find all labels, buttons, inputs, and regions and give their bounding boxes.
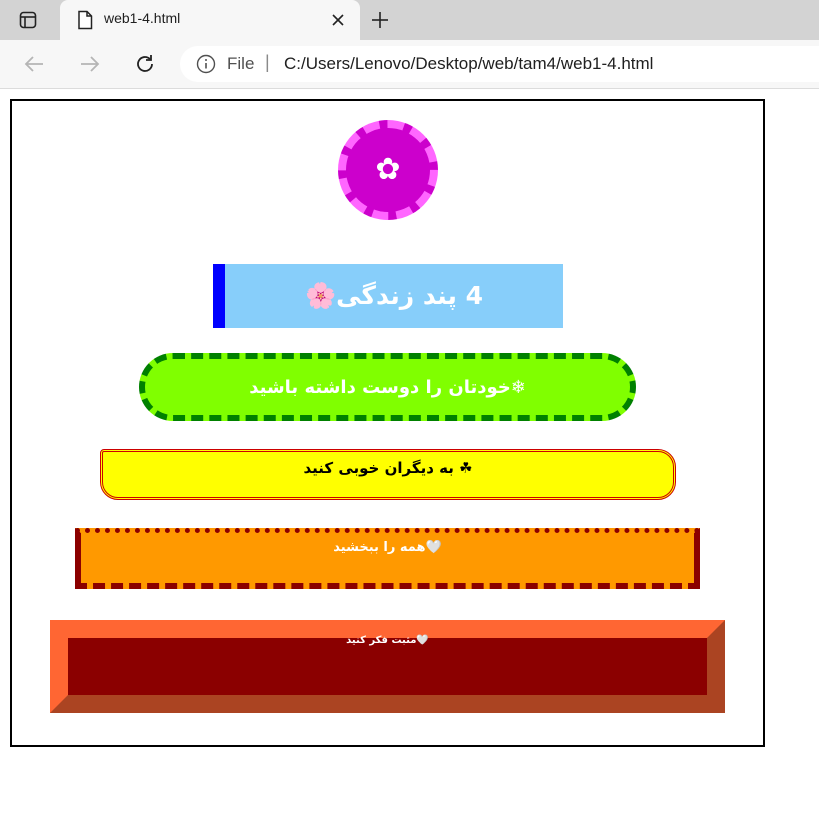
flower-badge: ✿: [338, 120, 438, 220]
flower-icon: ✿: [375, 152, 401, 187]
address-url[interactable]: C:/Users/Lenovo/Desktop/web/tam4/web1-4.…: [284, 54, 653, 74]
tab-actions-icon[interactable]: [18, 10, 38, 30]
active-tab[interactable]: web1-4.html: [60, 0, 360, 40]
tab-title: web1-4.html: [104, 10, 181, 26]
file-icon: [76, 10, 96, 30]
new-tab-icon[interactable]: [370, 10, 390, 30]
close-tab-icon[interactable]: [328, 10, 348, 30]
tip-love-yourself: ❄خودتان را دوست داشته باشید: [139, 353, 636, 421]
back-arrow-icon[interactable]: [22, 52, 46, 76]
tip-be-kind: ☘ به دیگران خوبی کنید: [100, 449, 676, 500]
reload-icon[interactable]: [133, 52, 157, 76]
browser-toolbar: File | C:/Users/Lenovo/Desktop/web/tam4/…: [0, 40, 819, 89]
tip-text: 🤍مثبت فکر کنید: [346, 635, 429, 646]
tip-forgive: 🤍همه را ببخشید: [75, 528, 700, 589]
tip-text: 🤍همه را ببخشید: [333, 540, 442, 555]
page-title: 4 پند زندگی🌸: [304, 281, 484, 310]
tab-strip: web1-4.html: [0, 0, 819, 40]
tip-text: ❄خودتان را دوست داشته باشید: [249, 376, 526, 398]
address-scheme-label: File: [227, 54, 255, 73]
tip-text: ☘ به دیگران خوبی کنید: [303, 459, 473, 477]
info-icon[interactable]: [196, 54, 216, 74]
tip-think-positive: 🤍مثبت فکر کنید: [50, 620, 725, 713]
title-banner: 4 پند زندگی🌸: [213, 264, 563, 328]
address-bar[interactable]: File | C:/Users/Lenovo/Desktop/web/tam4/…: [180, 46, 819, 82]
forward-arrow-icon[interactable]: [78, 52, 102, 76]
address-separator: |: [265, 52, 270, 72]
